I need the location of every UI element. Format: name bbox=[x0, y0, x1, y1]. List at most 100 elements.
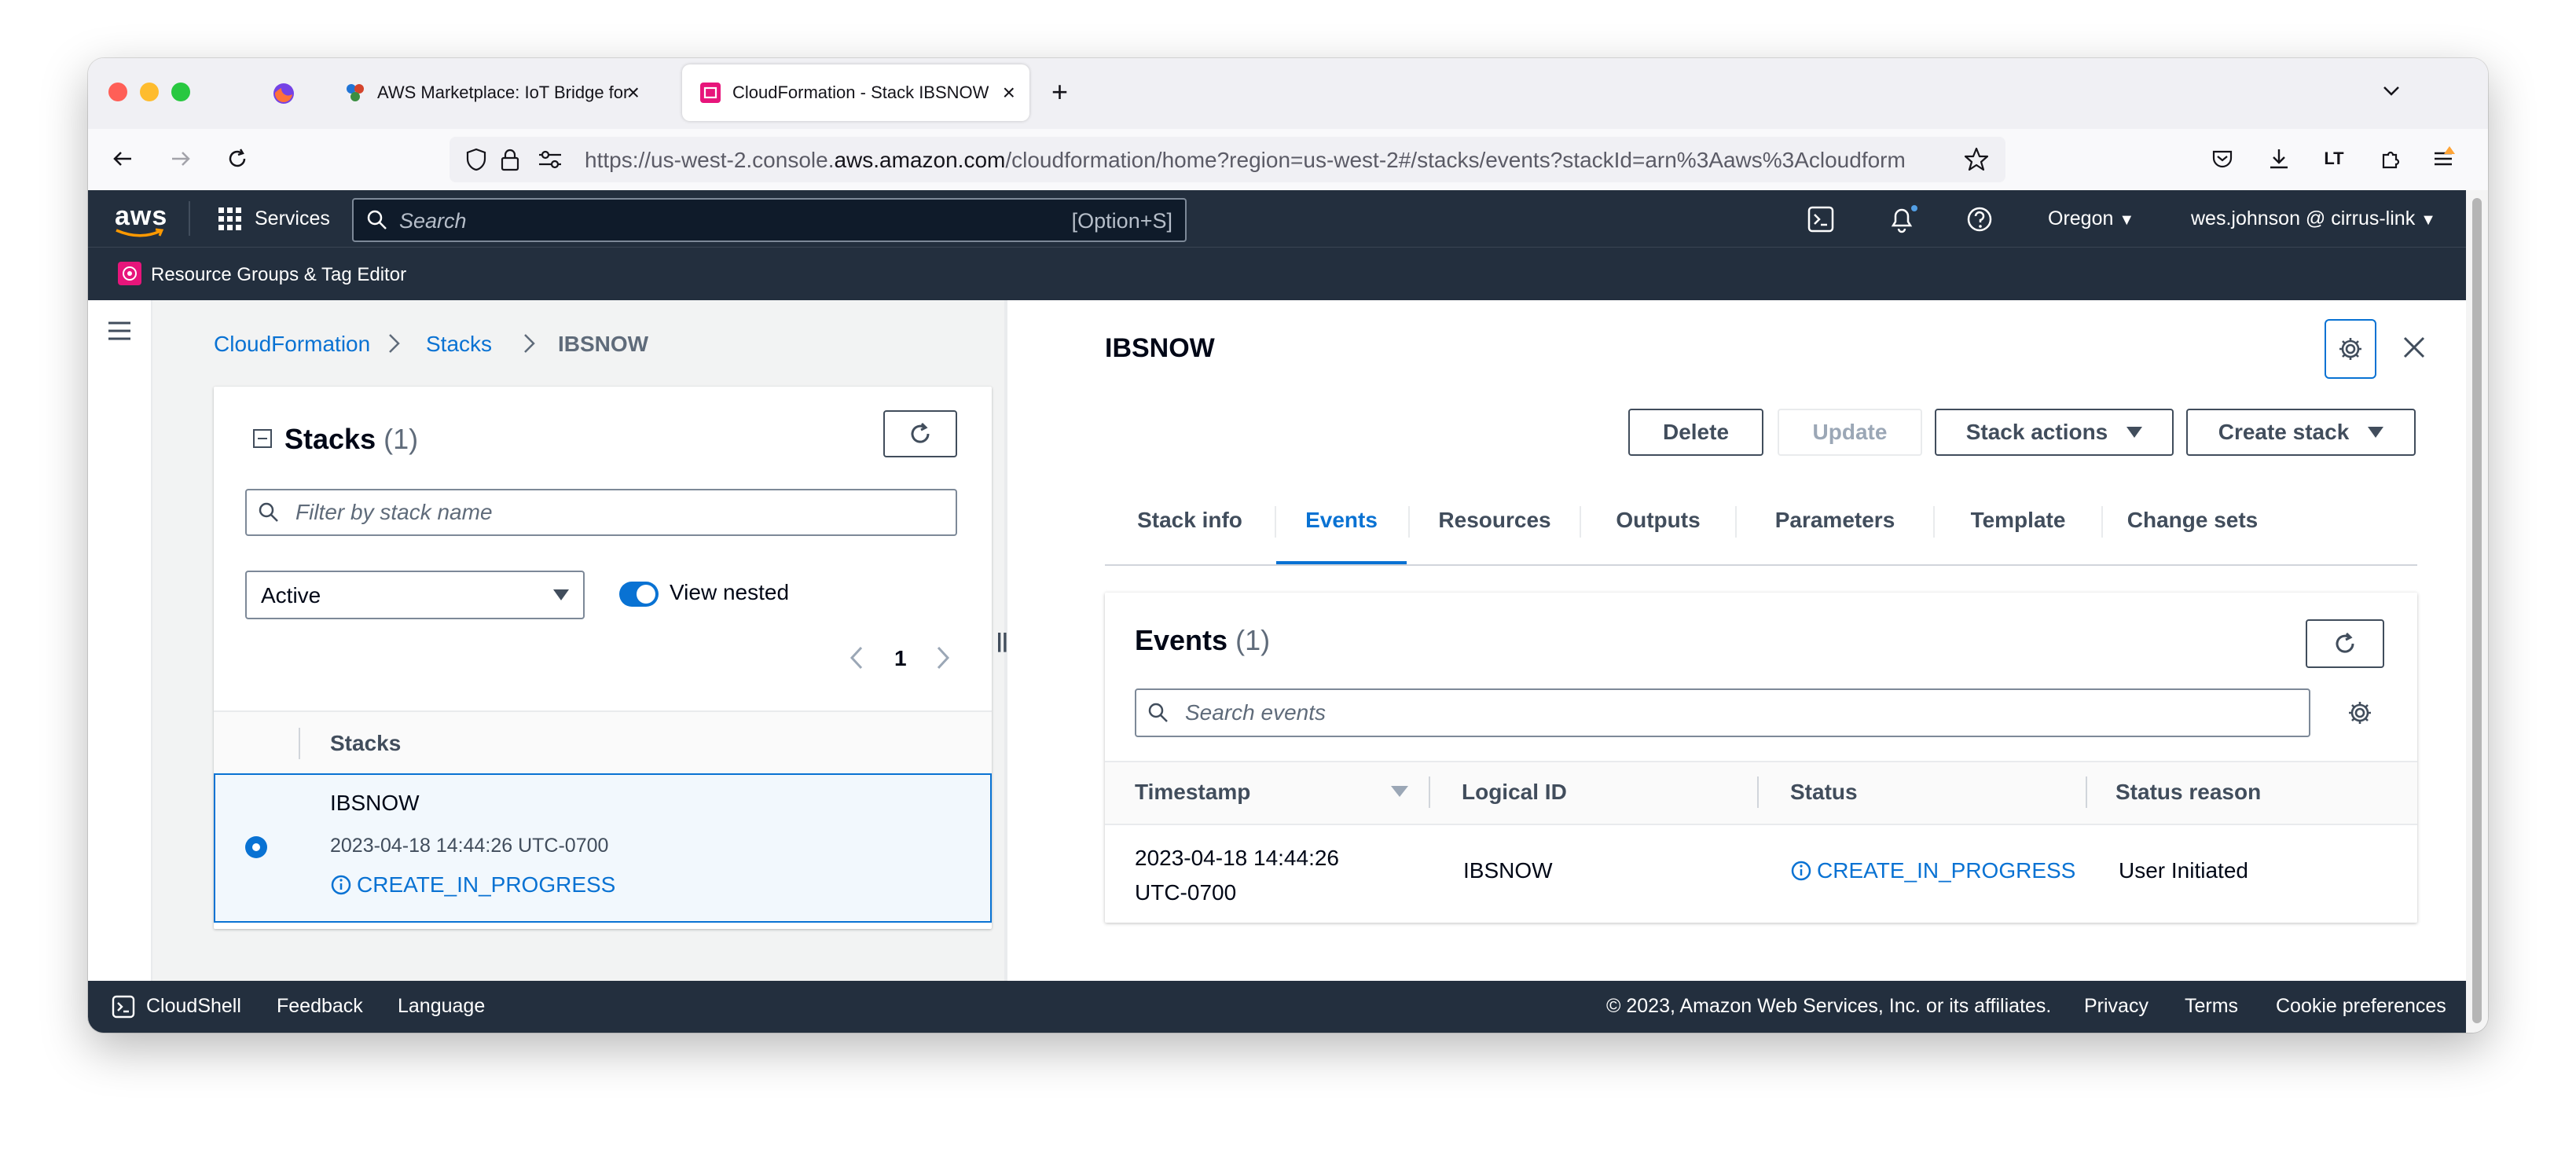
services-grid-icon[interactable] bbox=[218, 207, 242, 235]
zoom-window-button[interactable] bbox=[171, 83, 190, 101]
caret-down-icon: ▼ bbox=[2420, 211, 2436, 229]
extensions-puzzle-icon[interactable] bbox=[2375, 143, 2406, 174]
events-table-header: Timestamp Logical ID Status Status reaso… bbox=[1105, 761, 2417, 825]
info-icon bbox=[331, 875, 351, 895]
close-tab-icon[interactable]: × bbox=[1003, 80, 1015, 105]
delete-button[interactable]: Delete bbox=[1628, 409, 1763, 456]
table-row[interactable]: IBSNOW 2023-04-18 14:44:26 UTC-0700 CREA… bbox=[214, 773, 992, 923]
row-radio-button[interactable] bbox=[245, 836, 267, 858]
tab-template[interactable]: Template bbox=[1935, 479, 2101, 561]
app-menu-icon[interactable] bbox=[2428, 143, 2460, 174]
tab-parameters[interactable]: Parameters bbox=[1737, 479, 1933, 561]
pocket-icon[interactable] bbox=[2207, 143, 2238, 174]
create-stack-button[interactable]: Create stack bbox=[2186, 409, 2416, 456]
page-number[interactable]: 1 bbox=[894, 646, 907, 671]
downloads-icon[interactable] bbox=[2263, 143, 2295, 174]
feedback-link[interactable]: Feedback bbox=[277, 995, 363, 1018]
bookmark-star-icon[interactable] bbox=[1963, 146, 1990, 177]
firefox-icon[interactable] bbox=[272, 82, 295, 105]
url-text[interactable]: https://us-west-2.console.aws.amazon.com… bbox=[585, 148, 1936, 173]
terms-link[interactable]: Terms bbox=[2185, 995, 2238, 1018]
scrollbar-thumb[interactable] bbox=[2472, 198, 2482, 1023]
stack-detail-title: IBSNOW bbox=[1105, 333, 1215, 363]
refresh-events-button[interactable] bbox=[2306, 619, 2384, 668]
search-icon bbox=[259, 502, 278, 522]
breadcrumb-stacks[interactable]: Stacks bbox=[426, 332, 492, 357]
search-icon bbox=[1148, 703, 1168, 722]
stack-actions-button[interactable]: Stack actions bbox=[1935, 409, 2174, 456]
event-status-reason: User Initiated bbox=[2119, 858, 2248, 883]
column-header-logical-id[interactable]: Logical ID bbox=[1462, 780, 1567, 805]
aws-search-input[interactable]: Search [Option+S] bbox=[352, 198, 1187, 242]
minimize-window-button[interactable] bbox=[140, 83, 159, 101]
hamburger-menu-icon[interactable] bbox=[107, 319, 132, 347]
close-icon[interactable] bbox=[2402, 335, 2427, 364]
new-tab-icon[interactable]: + bbox=[1051, 75, 1068, 108]
search-shortcut-hint: [Option+S] bbox=[1071, 209, 1172, 233]
main-content: CloudFormation Stacks IBSNOW Stacks (1) bbox=[88, 300, 2466, 981]
lock-icon[interactable] bbox=[500, 148, 520, 175]
language-link[interactable]: Language bbox=[398, 995, 485, 1018]
resize-handle-icon[interactable]: || bbox=[996, 629, 1008, 653]
page-permissions-icon[interactable] bbox=[538, 149, 563, 174]
event-timestamp: 2023-04-18 14:44:26 UTC-0700 bbox=[1135, 846, 1339, 905]
filter-stacks-input[interactable]: Filter by stack name bbox=[245, 489, 957, 536]
update-button[interactable]: Update bbox=[1778, 409, 1922, 456]
privacy-link[interactable]: Privacy bbox=[2084, 995, 2149, 1018]
tab-events[interactable]: Events bbox=[1276, 479, 1407, 564]
refresh-icon bbox=[2336, 632, 2354, 653]
address-bar[interactable]: https://us-west-2.console.aws.amazon.com… bbox=[450, 137, 2005, 182]
tab-stack-info[interactable]: Stack info bbox=[1105, 479, 1275, 561]
status-filter-select[interactable]: Active bbox=[245, 571, 585, 619]
aws-smile-icon bbox=[116, 228, 164, 237]
tab-change-sets[interactable]: Change sets bbox=[2103, 479, 2282, 561]
collapse-icon[interactable] bbox=[253, 429, 272, 448]
sort-descending-icon[interactable] bbox=[1391, 786, 1408, 797]
cloudshell-icon[interactable] bbox=[112, 995, 135, 1022]
close-window-button[interactable] bbox=[108, 83, 127, 101]
gear-icon bbox=[2339, 338, 2361, 360]
cookie-preferences-link[interactable]: Cookie preferences bbox=[2276, 995, 2446, 1018]
services-menu-button[interactable]: Services bbox=[255, 207, 330, 230]
console-footer: CloudShell Feedback Language © 2023, Ama… bbox=[88, 981, 2466, 1033]
forward-arrow-icon[interactable] bbox=[165, 143, 196, 174]
tab-cloudformation[interactable]: CloudFormation - Stack IBSNOW × bbox=[682, 64, 1029, 121]
breadcrumb-cloudformation[interactable]: CloudFormation bbox=[214, 332, 370, 357]
back-arrow-icon[interactable] bbox=[107, 143, 138, 174]
tab-outputs[interactable]: Outputs bbox=[1581, 479, 1735, 561]
cloudshell-link[interactable]: CloudShell bbox=[146, 995, 241, 1018]
stacks-list-pane: CloudFormation Stacks IBSNOW Stacks (1) bbox=[152, 300, 1004, 981]
view-nested-label: View nested bbox=[670, 580, 790, 604]
breadcrumb-separator-icon bbox=[522, 332, 538, 361]
page-scrollbar[interactable] bbox=[2466, 190, 2488, 1033]
event-status[interactable]: CREATE_IN_PROGRESS bbox=[1790, 858, 2075, 883]
column-header-status-reason[interactable]: Status reason bbox=[2115, 780, 2261, 805]
cloudshell-icon[interactable] bbox=[1807, 206, 1834, 237]
previous-page-icon[interactable] bbox=[847, 644, 866, 675]
region-selector[interactable]: Oregon ▼ bbox=[2048, 207, 2134, 230]
stack-name[interactable]: IBSNOW bbox=[330, 791, 420, 816]
notifications-bell-icon[interactable] bbox=[1888, 204, 1919, 238]
reload-icon[interactable] bbox=[222, 143, 253, 174]
help-icon[interactable] bbox=[1966, 206, 1993, 237]
refresh-stacks-button[interactable] bbox=[883, 410, 957, 457]
view-nested-toggle[interactable] bbox=[619, 582, 659, 607]
account-menu[interactable]: wes.johnson @ cirrus-link ▼ bbox=[2191, 207, 2436, 230]
tab-aws-marketplace[interactable]: AWS Marketplace: IoT Bridge for × bbox=[327, 64, 654, 121]
search-events-input[interactable]: Search events bbox=[1135, 688, 2310, 737]
aws-logo[interactable]: aws bbox=[115, 201, 167, 237]
close-tab-icon[interactable]: × bbox=[627, 80, 640, 105]
preferences-button[interactable] bbox=[2325, 319, 2376, 379]
table-settings-gear-icon[interactable] bbox=[2347, 699, 2373, 730]
tab-resources[interactable]: Resources bbox=[1410, 479, 1580, 561]
next-page-icon[interactable] bbox=[934, 644, 952, 675]
tracking-protection-shield-icon[interactable] bbox=[465, 148, 487, 175]
languagetool-extension-icon[interactable]: LT bbox=[2318, 143, 2350, 174]
stacks-panel: Stacks (1) Filter by stack name Active V… bbox=[214, 387, 992, 929]
list-all-tabs-chevron-icon[interactable] bbox=[2380, 79, 2403, 106]
url-prefix: https://us-west-2.console. bbox=[585, 148, 835, 172]
column-header-timestamp[interactable]: Timestamp bbox=[1135, 780, 1250, 805]
resource-groups-link[interactable]: Resource Groups & Tag Editor bbox=[151, 264, 406, 286]
column-header-status[interactable]: Status bbox=[1790, 780, 1858, 805]
column-header-stacks[interactable]: Stacks bbox=[330, 731, 401, 756]
